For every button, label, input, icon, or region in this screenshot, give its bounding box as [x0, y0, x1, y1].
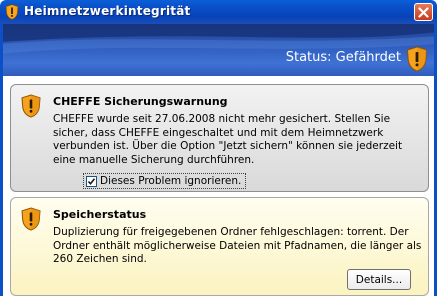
details-button[interactable]: Details... — [347, 269, 411, 290]
window-content: CHEFFE Sicherungswarnung CHEFFE wurde se… — [3, 76, 434, 296]
panel-title: CHEFFE Sicherungswarnung — [53, 95, 228, 108]
shield-warning-icon — [21, 207, 41, 235]
checkbox-label[interactable]: Dieses Problem ignorieren. — [100, 175, 241, 187]
shield-warning-icon — [406, 46, 428, 76]
shield-warning-icon — [21, 94, 41, 122]
shield-warning-icon — [5, 4, 19, 20]
backup-warning-panel: CHEFFE Sicherungswarnung CHEFFE wurde se… — [10, 84, 429, 192]
checkbox-box[interactable] — [86, 175, 97, 187]
close-icon — [418, 7, 429, 18]
ignore-problem-checkbox[interactable]: Dieses Problem ignorieren. — [83, 173, 247, 189]
panel-message: CHEFFE wurde seit 27.06.2008 nicht mehr … — [53, 113, 403, 166]
panel-message: Duplizierung für freigegebenen Ordner fe… — [53, 226, 422, 265]
storage-status-panel: Speicherstatus Duplizierung für freigege… — [10, 197, 429, 296]
close-button[interactable] — [414, 3, 433, 21]
window-title: Heimnetzwerkintegrität — [24, 4, 191, 18]
title-bar[interactable]: Heimnetzwerkintegrität — [0, 0, 437, 24]
status-label: Status: Gefährdet — [285, 50, 401, 65]
status-header: Status: Gefährdet — [0, 24, 437, 76]
checkmark-icon — [87, 177, 96, 185]
panel-title: Speicherstatus — [53, 208, 147, 221]
